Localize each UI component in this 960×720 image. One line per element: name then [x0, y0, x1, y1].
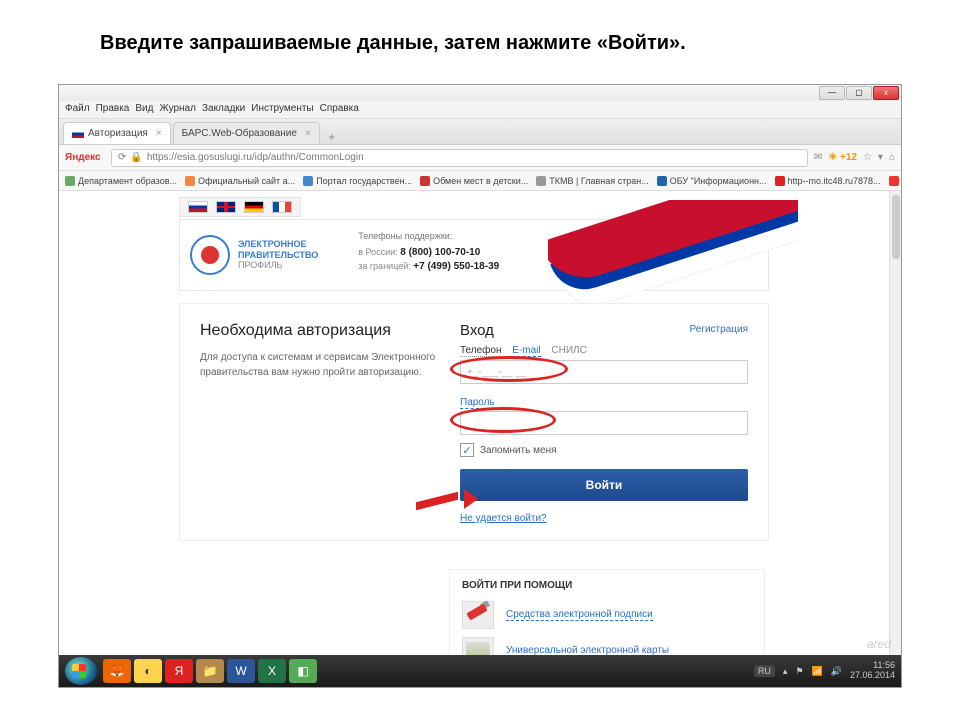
window-titlebar: — ▢ x: [59, 85, 901, 101]
bookmark-item[interactable]: Обмен мест в детски...: [420, 176, 528, 186]
menu-file[interactable]: Файл: [65, 103, 90, 116]
tab-label: БАРС.Web-Образование: [182, 128, 297, 139]
toolbar-icons: ✉ ☀ +12 ☆ ▾ ⌂: [814, 152, 895, 163]
minimize-button[interactable]: —: [819, 86, 845, 100]
alt-heading: ВОЙТИ ПРИ ПОМОЩИ: [462, 580, 752, 591]
chrome-icon[interactable]: ◐: [134, 659, 162, 683]
home-icon[interactable]: ⌂: [889, 152, 895, 163]
menu-bar: Файл Правка Вид Журнал Закладки Инструме…: [59, 101, 901, 119]
address-row: Яндекс ⟳ 🔒 https://esia.gosuslugi.ru/idp…: [59, 145, 901, 171]
phone-input[interactable]: [460, 360, 748, 384]
lang-en-icon[interactable]: [216, 201, 236, 213]
close-button[interactable]: x: [873, 86, 899, 100]
excel-icon[interactable]: X: [258, 659, 286, 683]
tab-auth[interactable]: Авторизация ×: [63, 122, 171, 144]
lang-indicator[interactable]: RU: [754, 665, 775, 677]
lock-icon: 🔒: [130, 152, 142, 163]
register-link[interactable]: Регистрация: [690, 324, 748, 335]
bookmark-item[interactable]: ТКМВ | Главная стран...: [536, 176, 648, 186]
watermark-text: ared: [867, 637, 891, 651]
usb-token-icon: [462, 601, 494, 629]
bookmark-item[interactable]: YouTube: [889, 176, 901, 186]
firefox-icon[interactable]: 🦊: [103, 659, 131, 683]
tray-network-icon[interactable]: 📶: [812, 666, 823, 677]
forgot-link[interactable]: Не удается войти?: [460, 513, 547, 524]
reload-icon[interactable]: ⟳: [118, 152, 126, 163]
weather-badge[interactable]: ☀ +12: [828, 152, 857, 163]
login-button[interactable]: Войти: [460, 469, 748, 501]
lang-fr-icon[interactable]: [272, 201, 292, 213]
language-switcher: [179, 197, 301, 217]
ru-flag-icon: [72, 130, 84, 138]
start-button[interactable]: [65, 657, 97, 685]
bookmark-star-icon[interactable]: ☆: [863, 152, 872, 163]
login-method-tabs: Телефон E-mail СНИЛС: [460, 345, 748, 356]
tab-label: Авторизация: [88, 128, 148, 139]
tray-flag-icon[interactable]: ⚑: [795, 666, 803, 677]
alt-item-signature[interactable]: Средства электронной подписи: [462, 601, 752, 629]
bookmark-item[interactable]: Портал государствен...: [303, 176, 412, 186]
password-label: Пароль: [460, 397, 495, 409]
annotation-arrow: [416, 491, 472, 509]
vertical-scrollbar[interactable]: [889, 191, 901, 687]
menu-help[interactable]: Справка: [320, 103, 359, 116]
mail-icon[interactable]: ✉: [814, 152, 822, 163]
bookmark-item[interactable]: Департамент образов...: [65, 176, 177, 186]
tray-sound-icon[interactable]: 🔊: [831, 666, 842, 677]
auth-description: Для доступа к системам и сервисам Электр…: [200, 350, 450, 380]
system-tray: RU ▴ ⚑ 📶 🔊 11:56 27.06.2014: [754, 661, 895, 681]
tab-snils[interactable]: СНИЛС: [551, 345, 586, 356]
tab-email[interactable]: E-mail: [512, 345, 540, 357]
taskbar: 🦊 ◐ Я 📁 W X ◧ RU ▴ ⚑ 📶 🔊 11:56 27.06.201…: [59, 655, 901, 687]
page-content: ЭЛЕКТРОННОЕ ПРАВИТЕЛЬСТВО ПРОФИЛЬ Телефо…: [59, 191, 901, 687]
bookmark-item[interactable]: Официальный сайт а...: [185, 176, 295, 186]
url-text: https://esia.gosuslugi.ru/idp/authn/Comm…: [147, 152, 364, 163]
auth-card: Необходима авторизация Для доступа к сис…: [179, 303, 769, 541]
tab-phone[interactable]: Телефон: [460, 345, 501, 357]
tab-close-icon[interactable]: ×: [156, 128, 162, 139]
lang-ru-icon[interactable]: [188, 201, 208, 213]
bookmarks-bar: Департамент образов... Официальный сайт …: [59, 171, 901, 191]
word-icon[interactable]: W: [227, 659, 255, 683]
menu-history[interactable]: Журнал: [159, 103, 196, 116]
yandex-icon[interactable]: Я: [165, 659, 193, 683]
bookmark-item[interactable]: http--mo.itc48.ru7878...: [775, 176, 881, 186]
site-header: ЭЛЕКТРОННОЕ ПРАВИТЕЛЬСТВО ПРОФИЛЬ Телефо…: [179, 219, 769, 291]
bookmark-item[interactable]: ОБУ "Информационн...: [657, 176, 767, 186]
password-input[interactable]: [460, 411, 748, 435]
clock[interactable]: 11:56 27.06.2014: [850, 661, 895, 681]
down-icon[interactable]: ▾: [878, 152, 883, 163]
gosuslugi-logo-icon: [190, 235, 230, 275]
browser-window: — ▢ x Файл Правка Вид Журнал Закладки Ин…: [58, 84, 902, 688]
menu-bookmarks[interactable]: Закладки: [202, 103, 245, 116]
tab-strip: Авторизация × БАРС.Web-Образование × +: [59, 119, 901, 145]
menu-tools[interactable]: Инструменты: [251, 103, 313, 116]
tray-up-icon[interactable]: ▴: [783, 666, 788, 677]
alt-link: Средства электронной подписи: [506, 609, 653, 621]
remember-checkbox[interactable]: ✓: [460, 443, 474, 457]
menu-edit[interactable]: Правка: [96, 103, 130, 116]
flag-ribbons-decor: [548, 200, 798, 320]
auth-heading: Необходима авторизация: [200, 322, 450, 340]
address-bar[interactable]: ⟳ 🔒 https://esia.gosuslugi.ru/idp/authn/…: [111, 149, 808, 167]
maximize-button[interactable]: ▢: [846, 86, 872, 100]
lang-de-icon[interactable]: [244, 201, 264, 213]
app-icon[interactable]: ◧: [289, 659, 317, 683]
tab-bars[interactable]: БАРС.Web-Образование ×: [173, 122, 320, 144]
tab-close-icon[interactable]: ×: [305, 128, 311, 139]
remember-row: ✓ Запомнить меня: [460, 443, 748, 457]
instruction-text: Введите запрашиваемые данные, затем нажм…: [0, 0, 960, 73]
new-tab-button[interactable]: +: [322, 130, 342, 144]
remember-label: Запомнить меня: [480, 445, 557, 456]
menu-view[interactable]: Вид: [135, 103, 153, 116]
logo-text: ЭЛЕКТРОННОЕ ПРАВИТЕЛЬСТВО ПРОФИЛЬ: [238, 239, 318, 270]
search-engine-label[interactable]: Яндекс: [65, 152, 105, 163]
explorer-icon[interactable]: 📁: [196, 659, 224, 683]
